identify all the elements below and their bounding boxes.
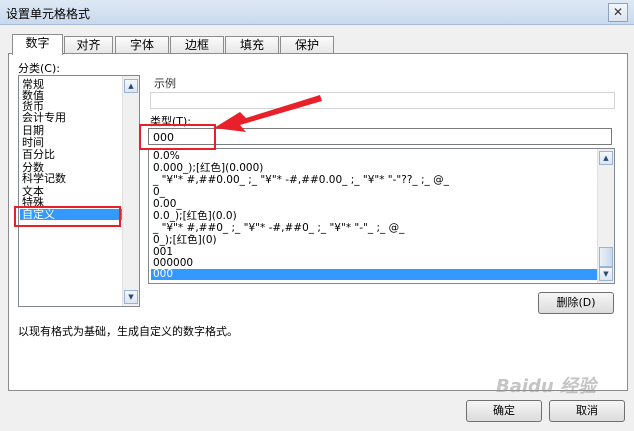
red-arrow-icon xyxy=(214,95,322,132)
tab-number[interactable]: 数字 xyxy=(12,34,63,55)
watermark-logo: Baidu 经验 xyxy=(496,376,597,397)
